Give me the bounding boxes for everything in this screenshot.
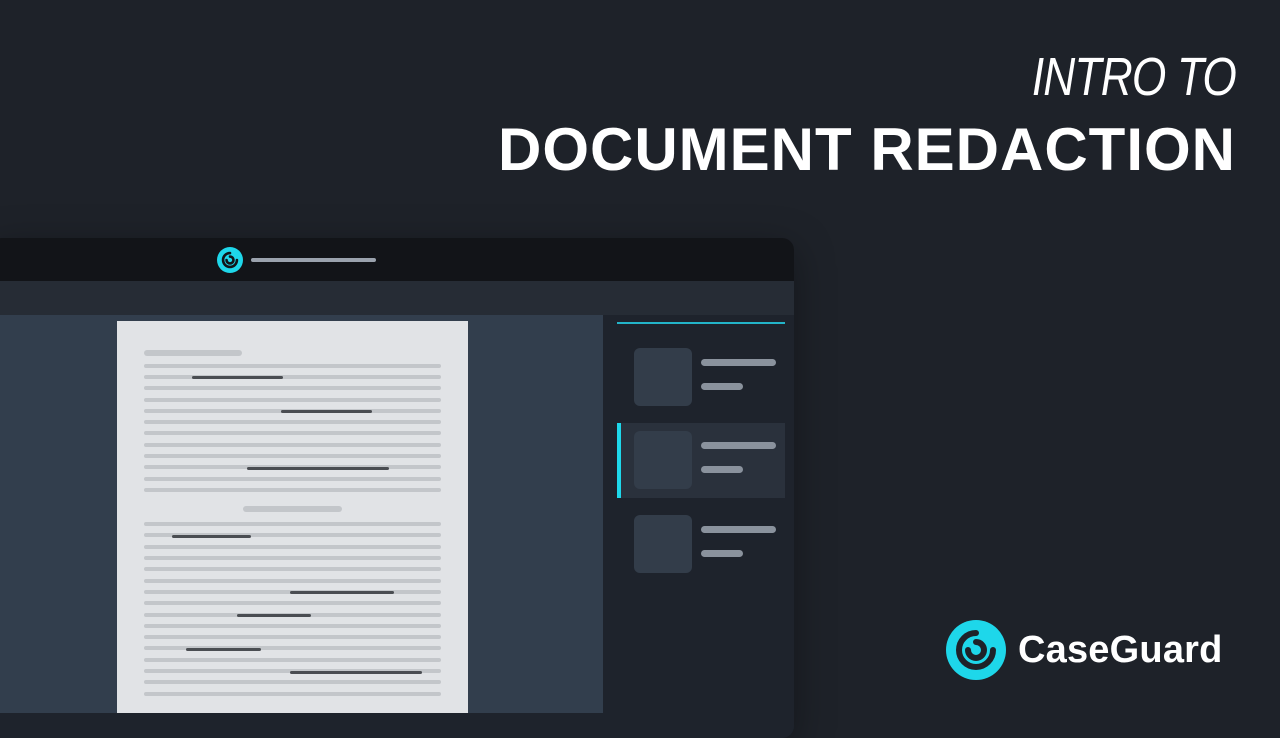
caseguard-logo-icon	[217, 247, 243, 273]
redaction-card[interactable]	[617, 340, 785, 415]
document-page[interactable]	[117, 321, 468, 713]
selection-indicator	[617, 423, 621, 498]
doc-paragraph-2	[144, 522, 441, 696]
redaction-side-panel	[607, 315, 794, 738]
app-window-mockup	[0, 238, 794, 738]
card-thumbnail	[634, 515, 692, 573]
card-subtitle-placeholder	[701, 466, 743, 473]
window-title-placeholder	[251, 258, 376, 262]
card-thumbnail	[634, 431, 692, 489]
brand-name: CaseGuard	[1018, 628, 1223, 671]
redaction-card[interactable]	[617, 507, 785, 582]
redaction-mark	[247, 467, 389, 470]
card-title-placeholder	[701, 526, 776, 533]
doc-subheading-line	[243, 506, 342, 512]
doc-paragraph-1	[144, 364, 441, 492]
redaction-mark	[290, 671, 422, 674]
card-title-placeholder	[701, 359, 776, 366]
doc-heading-line	[144, 350, 242, 356]
card-subtitle-placeholder	[701, 383, 743, 390]
redaction-mark	[290, 591, 394, 594]
side-panel-accent-line	[617, 322, 785, 324]
card-title-placeholder	[701, 442, 776, 449]
redaction-mark	[192, 376, 283, 379]
card-thumbnail	[634, 348, 692, 406]
intro-eyebrow-text: INTRO TO	[1031, 47, 1237, 107]
headline-title: DOCUMENT REDACTION	[498, 116, 1236, 183]
card-subtitle-placeholder	[701, 550, 743, 557]
redaction-mark	[237, 614, 311, 617]
document-viewer[interactable]	[0, 315, 603, 713]
redaction-mark	[172, 535, 251, 538]
brand-lockup: CaseGuard	[946, 620, 1223, 680]
caseguard-logo-icon	[946, 620, 1006, 680]
redaction-card-selected[interactable]	[617, 423, 785, 498]
document-text-lines	[144, 350, 441, 696]
window-toolbar	[0, 281, 794, 315]
window-titlebar	[0, 238, 794, 281]
redaction-mark	[186, 648, 261, 651]
redaction-mark	[281, 410, 372, 413]
